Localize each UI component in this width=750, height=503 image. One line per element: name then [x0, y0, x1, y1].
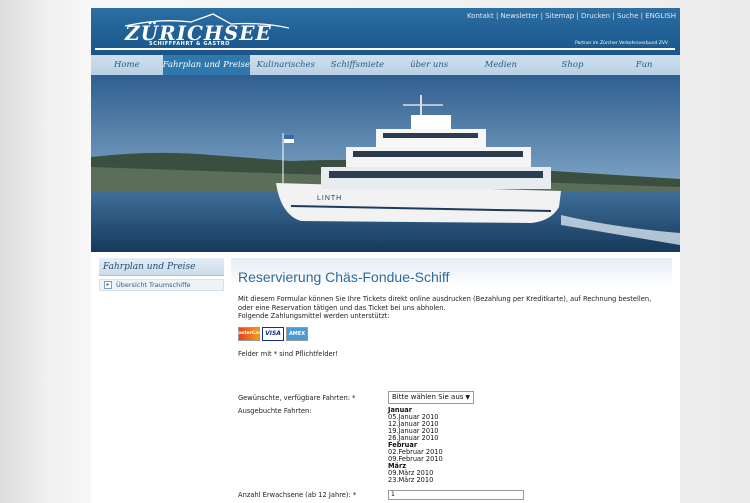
page: ZÜRICHSEE SCHIFFFAHRT & GASTRO Kontakt |… — [91, 8, 680, 503]
header-divider — [95, 48, 675, 50]
fahrten-select[interactable]: Bitte wählen Sie aus ▼ — [388, 390, 474, 404]
link-drucken[interactable]: Drucken — [581, 12, 610, 20]
nav-ueber-uns[interactable]: über uns — [393, 55, 465, 75]
fahrten-select-value: Bitte wählen Sie aus — [392, 393, 464, 401]
nav-kulinarisches[interactable]: Kulinarisches — [250, 55, 322, 75]
link-kontakt[interactable]: Kontakt — [467, 12, 494, 20]
logo-subtitle: SCHIFFFAHRT & GASTRO — [149, 41, 231, 47]
link-suche[interactable]: Suche — [617, 12, 638, 20]
main-content: Reservierung Chäs-Fondue-Schiff Mit dies… — [231, 258, 672, 503]
page-title: Reservierung Chäs-Fondue-Schiff — [238, 269, 450, 285]
adults-row: Anzahl Erwachsene (ab 12 Jahre): * 1 — [238, 489, 672, 500]
sidebar-item-label: Übersicht Traumschiffe — [116, 281, 191, 289]
sidebar-title: Fahrplan und Preise — [99, 258, 224, 276]
visa-icon: VISA — [262, 326, 284, 341]
site-header: ZÜRICHSEE SCHIFFFAHRT & GASTRO Kontakt |… — [91, 8, 680, 55]
arrow-right-icon: ▸ — [104, 281, 112, 289]
required-note: Felder mit * sind Pflichtfelder! — [238, 349, 338, 358]
main-nav: Home Fahrplan und Preise Kulinarisches S… — [91, 55, 680, 75]
mastercard-icon: MasterCard — [234, 326, 264, 341]
payment-note: Folgende Zahlungsmittel werden unterstüt… — [238, 312, 390, 320]
intro-text: Mit diesem Formular können Sie Ihre Tick… — [238, 295, 668, 321]
top-links: Kontakt | Newsletter | Sitemap | Drucken… — [466, 12, 676, 20]
booked-date: 23.März 2010 — [388, 475, 434, 484]
link-sitemap[interactable]: Sitemap — [545, 12, 574, 20]
sidebar: Fahrplan und Preise ▸ Übersicht Traumsch… — [99, 258, 224, 291]
intro-paragraph: Mit diesem Formular können Sie Ihre Tick… — [238, 295, 652, 312]
nav-home[interactable]: Home — [91, 55, 163, 75]
dropdown-arrow-icon: ▼ — [465, 393, 470, 401]
nav-fun[interactable]: Fun — [608, 55, 680, 75]
booked-list: Januar 05.Januar 2010 12.Januar 2010 19.… — [388, 406, 443, 484]
nav-medien[interactable]: Medien — [465, 55, 537, 75]
hero-ship-illustration: LINTH — [91, 75, 680, 252]
fahrten-row: Gewünschte, verfügbare Fahrten: * Bitte … — [238, 390, 672, 404]
amex-icon: AMEX — [286, 326, 308, 341]
hero-image: LINTH — [91, 75, 680, 252]
link-newsletter[interactable]: Newsletter — [501, 12, 539, 20]
adults-input[interactable]: 1 — [388, 489, 524, 500]
sidebar-item-uebersicht[interactable]: ▸ Übersicht Traumschiffe — [99, 279, 224, 291]
nav-schiffsmiete[interactable]: Schiffsmiete — [322, 55, 394, 75]
ship-name-label: LINTH — [317, 195, 342, 202]
nav-shop[interactable]: Shop — [537, 55, 609, 75]
partner-label[interactable]: Partner im Zürcher Verkehrsverbund ZVV — [573, 41, 670, 46]
link-english[interactable]: ENGLISH — [645, 12, 676, 20]
booked-label: Ausgebuchte Fahrten: — [238, 406, 312, 415]
booked-row: Ausgebuchte Fahrten: Januar 05.Januar 20… — [238, 406, 672, 484]
fahrten-label: Gewünschte, verfügbare Fahrten: * — [238, 393, 356, 402]
payment-logos: MasterCard VISA AMEX — [234, 326, 672, 341]
nav-fahrplan[interactable]: Fahrplan und Preise — [162, 55, 251, 75]
adults-label: Anzahl Erwachsene (ab 12 Jahre): * — [238, 490, 357, 499]
